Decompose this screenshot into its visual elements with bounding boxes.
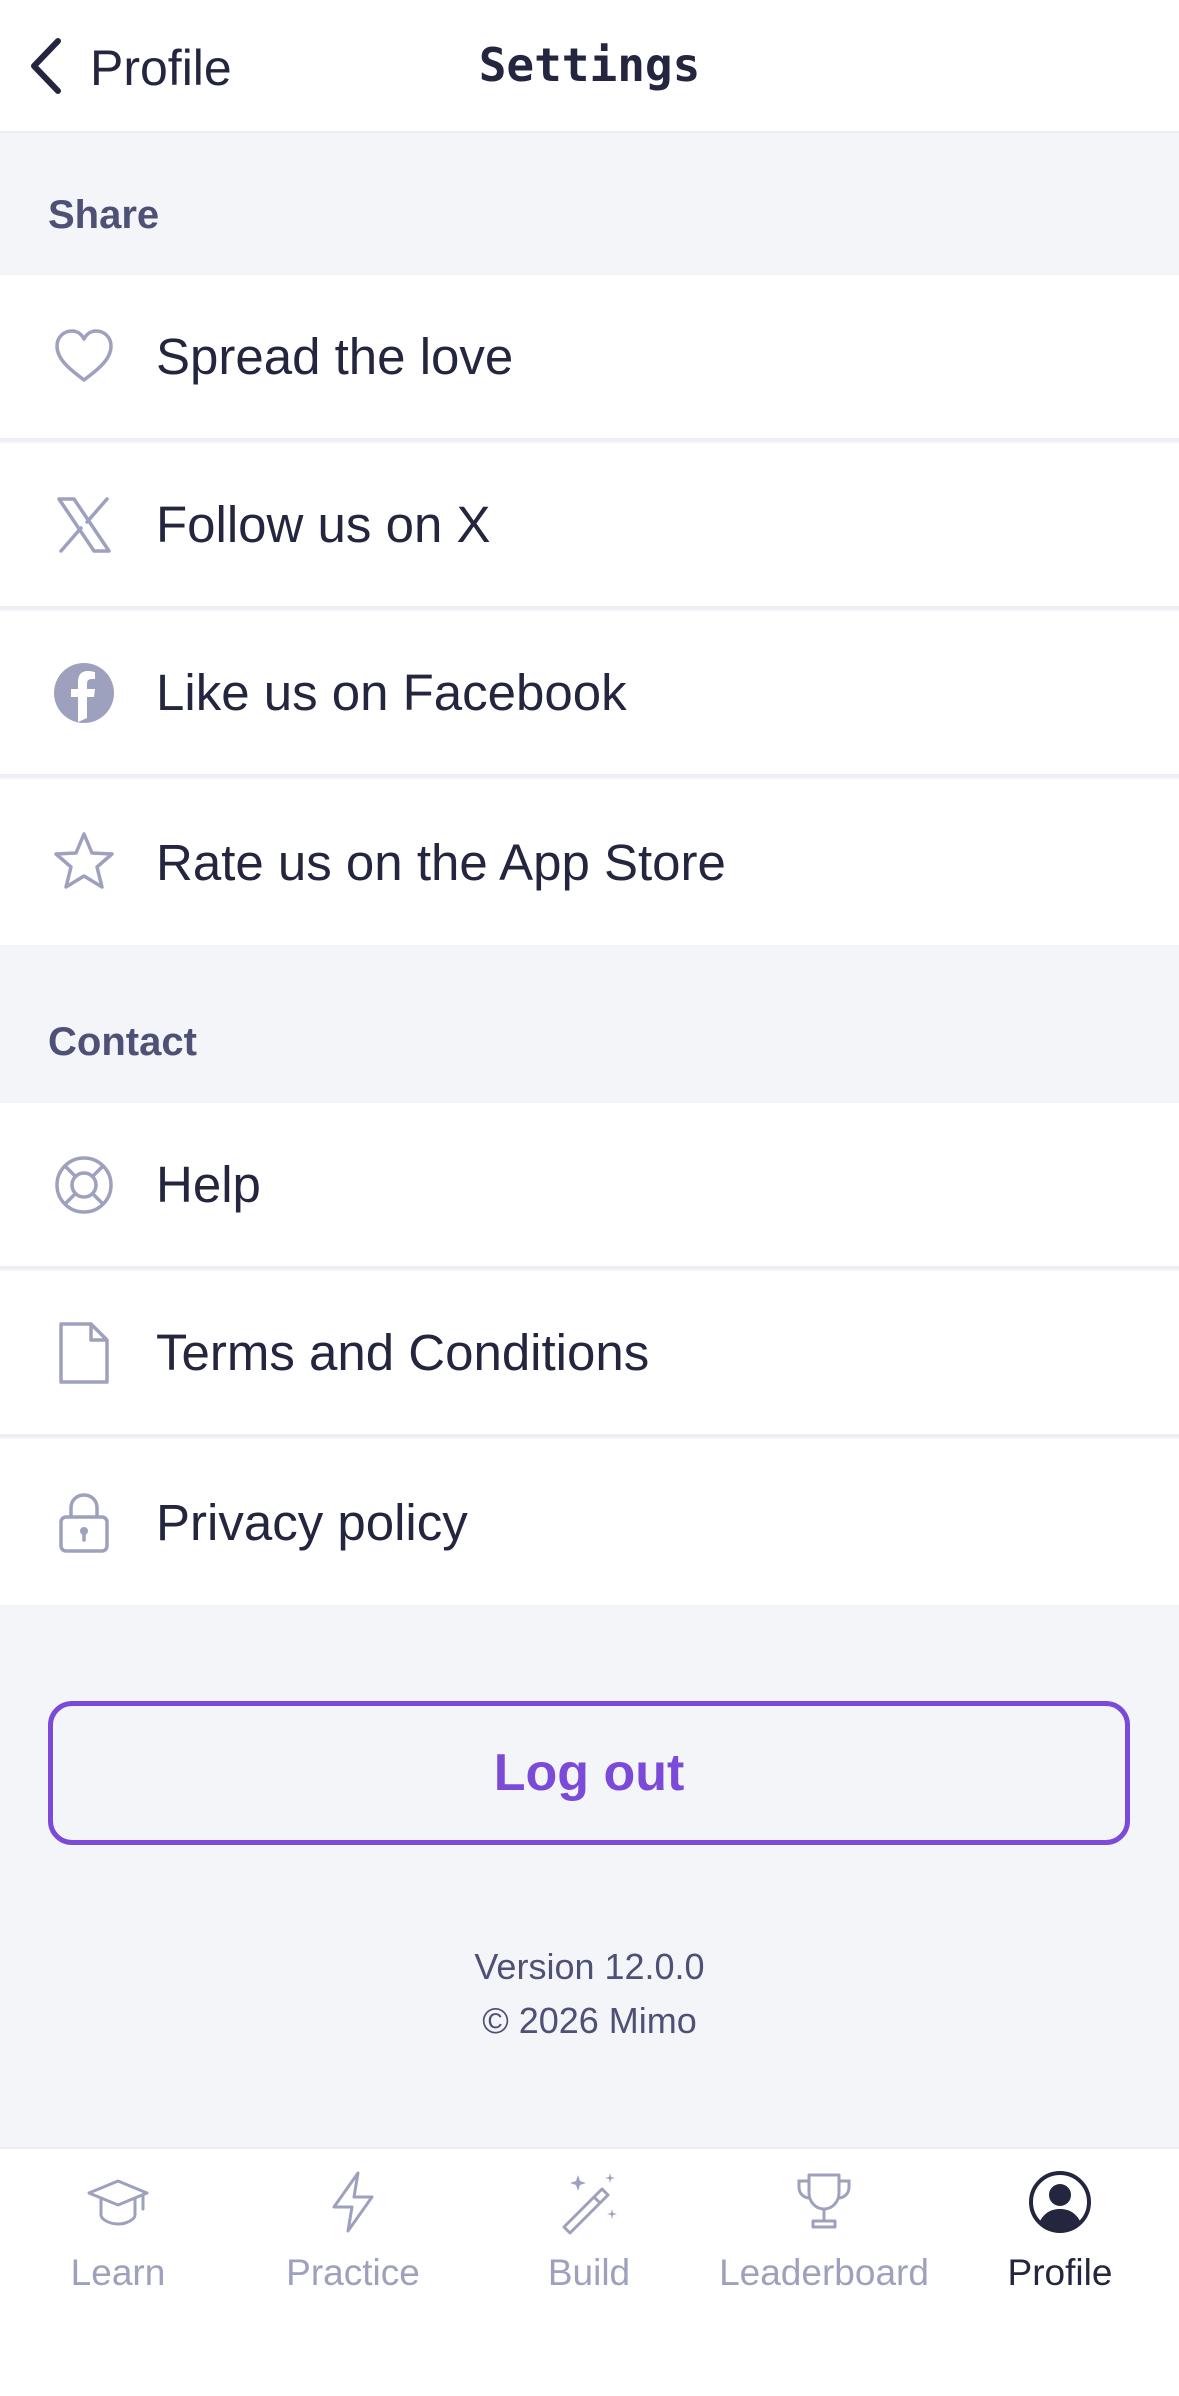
heart-icon — [48, 321, 120, 393]
bottom-tab-bar: Learn Practice Build Leaderboard Profile — [0, 2147, 1179, 2396]
row-label: Spread the love — [156, 328, 514, 385]
tab-label: Build — [547, 2252, 631, 2293]
row-like-us-on-facebook[interactable]: Like us on Facebook — [0, 611, 1179, 777]
contact-section-header: Contact — [0, 945, 1179, 1103]
row-help[interactable]: Help — [0, 1103, 1179, 1269]
user-circle-icon — [1027, 2169, 1093, 2240]
row-label: Help — [156, 1156, 261, 1213]
section-label-contact: Contact — [48, 1020, 197, 1064]
row-label: Rate us on the App Store — [156, 833, 726, 891]
tab-practice[interactable]: Practice — [235, 2169, 471, 2319]
graduation-cap-icon — [85, 2169, 151, 2240]
version-info: Version 12.0.0 © 2026 Mimo — [0, 1940, 1179, 2048]
tab-label: Profile — [1007, 2252, 1113, 2293]
tab-learn[interactable]: Learn — [0, 2169, 236, 2319]
facebook-icon — [48, 657, 120, 729]
tab-label: Leaderboard — [719, 2252, 929, 2293]
row-label: Terms and Conditions — [156, 1324, 650, 1381]
row-label: Follow us on X — [156, 496, 491, 553]
row-label: Like us on Facebook — [156, 664, 627, 721]
tab-build[interactable]: Build — [471, 2169, 707, 2319]
tab-profile[interactable]: Profile — [942, 2169, 1178, 2319]
tab-label: Practice — [286, 2252, 420, 2293]
header: Profile Settings — [0, 0, 1179, 133]
row-label: Privacy policy — [156, 1493, 468, 1551]
section-label-share: Share — [48, 193, 160, 237]
tab-leaderboard[interactable]: Leaderboard — [706, 2169, 942, 2319]
tab-label: Learn — [70, 2252, 166, 2293]
trophy-icon — [791, 2169, 857, 2240]
star-icon — [48, 826, 120, 898]
document-icon — [48, 1317, 120, 1389]
row-privacy-policy[interactable]: Privacy policy — [0, 1439, 1179, 1605]
share-section-header: Share — [0, 135, 1179, 275]
row-follow-us-on-x[interactable]: Follow us on X — [0, 443, 1179, 609]
logout-button[interactable]: Log out — [48, 1701, 1130, 1845]
settings-screen: Profile Settings Share Spread the love F… — [0, 0, 1179, 2396]
magic-wand-icon — [556, 2169, 622, 2240]
row-terms-and-conditions[interactable]: Terms and Conditions — [0, 1271, 1179, 1437]
row-rate-app-store[interactable]: Rate us on the App Store — [0, 779, 1179, 945]
x-logo-icon — [48, 489, 120, 561]
version-text: Version 12.0.0 — [474, 1946, 705, 1987]
page-title: Settings — [478, 38, 701, 92]
lightning-icon — [320, 2169, 386, 2240]
row-spread-the-love[interactable]: Spread the love — [0, 275, 1179, 441]
lifebuoy-icon — [48, 1149, 120, 1221]
copyright-text: © 2026 Mimo — [482, 2000, 697, 2041]
lock-icon — [48, 1486, 120, 1558]
